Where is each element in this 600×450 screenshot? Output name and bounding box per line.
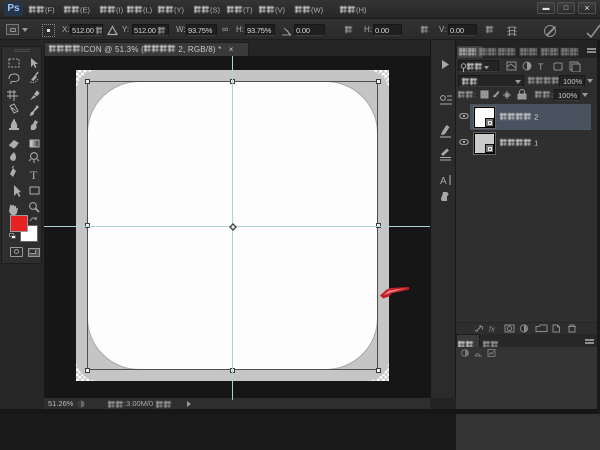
svg-text:T: T <box>538 62 544 72</box>
svg-text:A: A <box>440 176 447 187</box>
svg-text:fx: fx <box>489 325 495 334</box>
svg-text:T: T <box>30 168 38 182</box>
